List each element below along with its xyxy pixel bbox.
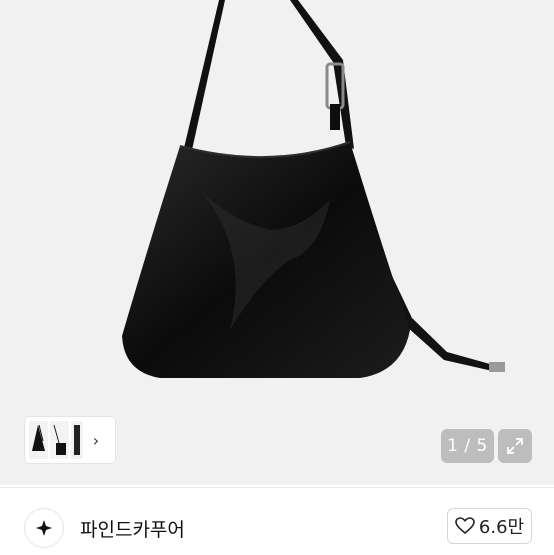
star-logo-icon (36, 520, 52, 536)
product-photo (122, 0, 505, 378)
thumbnail-strip[interactable]: › (24, 416, 116, 464)
like-button[interactable]: 6.6만 (447, 508, 532, 544)
seller-name[interactable]: 파인드카푸어 (80, 515, 185, 542)
thumbnail[interactable] (29, 421, 48, 459)
avatar[interactable] (24, 508, 64, 548)
thumbnail[interactable] (50, 421, 69, 459)
like-count: 6.6만 (478, 517, 525, 538)
product-image-viewer[interactable]: › 1 / 5 (0, 0, 554, 485)
seller-bar: 파인드카푸어 6.6만 (0, 487, 554, 555)
thumbnail[interactable] (71, 421, 83, 459)
expand-arrows-icon (507, 438, 523, 454)
chevron-right-icon[interactable]: › (87, 421, 105, 459)
expand-button[interactable] (498, 429, 532, 463)
heart-icon (455, 517, 475, 535)
image-counter: 1 / 5 (441, 429, 494, 463)
